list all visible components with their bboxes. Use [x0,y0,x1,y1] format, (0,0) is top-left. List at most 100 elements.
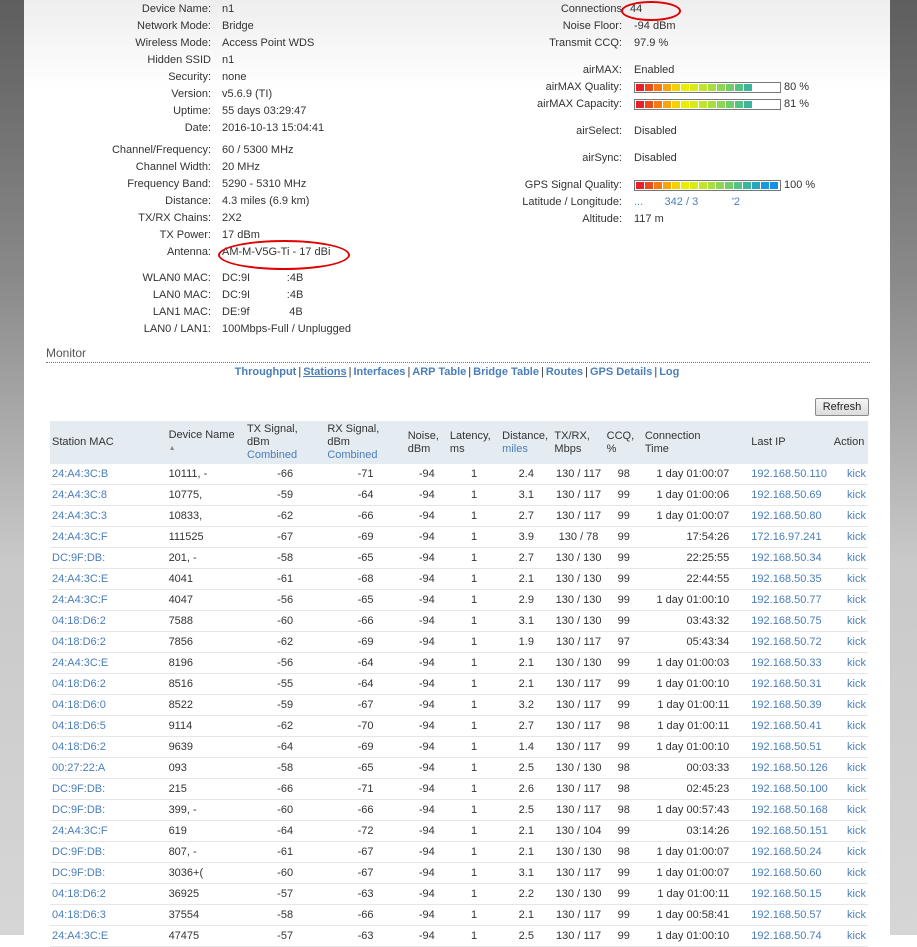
lat-long-link[interactable]: ... 342 / 3 '2 [634,194,740,211]
tab-throughput[interactable]: Throughput [235,366,297,378]
kick-link[interactable]: kick [831,505,868,527]
last-ip-link[interactable]: 192.168.50.39 [737,694,832,716]
col-last-ip[interactable]: Last IP [737,421,832,464]
tab-bridge-table[interactable]: Bridge Table [473,366,539,378]
station-mac-link[interactable]: 24:A4:3C:E [50,925,167,947]
station-mac-link[interactable]: 04:18:D6:2 [50,610,167,632]
distance-miles-link[interactable]: miles [502,443,528,455]
last-ip-link[interactable]: 192.168.50.126 [737,757,832,779]
station-mac-link[interactable]: DC:9F:DB: [50,778,167,800]
kick-link[interactable]: kick [831,547,868,569]
kick-link[interactable]: kick [831,715,868,737]
station-mac-link[interactable]: 24:A4:3C:8 [50,484,167,506]
col-station-mac[interactable]: Station MAC [50,421,167,464]
last-ip-link[interactable]: 192.168.50.168 [737,799,832,821]
col-distance[interactable]: Distance, miles [500,421,553,464]
station-mac-link[interactable]: 04:18:D6:0 [50,694,167,716]
kick-link[interactable]: kick [831,526,868,548]
station-mac-link[interactable]: 24:A4:3C:F [50,526,167,548]
kick-link[interactable]: kick [831,820,868,842]
kick-link[interactable]: kick [831,778,868,800]
col-ccq[interactable]: CCQ,% [604,421,643,464]
last-ip-link[interactable]: 192.168.50.74 [737,925,832,947]
station-mac-link[interactable]: 04:18:D6:2 [50,673,167,695]
last-ip-link[interactable]: 192.168.50.35 [737,568,832,590]
kick-link[interactable]: kick [831,589,868,611]
kick-link[interactable]: kick [831,673,868,695]
last-ip-link[interactable]: 192.168.50.57 [737,904,832,926]
rx-combined-link[interactable]: Combined [327,449,377,461]
last-ip-link[interactable]: 192.168.50.33 [737,652,832,674]
station-mac-link[interactable]: 24:A4:3C:E [50,568,167,590]
tx-combined-link[interactable]: Combined [247,449,297,461]
kick-link[interactable]: kick [831,925,868,947]
col-rx-signal[interactable]: RX Signal, dBm Combined [325,421,406,464]
station-mac-link[interactable]: 04:18:D6:5 [50,715,167,737]
connections-label: Connections [560,3,622,15]
tab-gps-details[interactable]: GPS Details [590,366,652,378]
last-ip-link[interactable]: 192.168.50.110 [737,464,832,485]
connection-time-cell: 1 day 01:00:07 [642,841,738,863]
tab-arp-table[interactable]: ARP Table [412,366,466,378]
last-ip-link[interactable]: 192.168.50.41 [737,715,832,737]
station-mac-link[interactable]: 24:A4:3C:3 [50,505,167,527]
kick-link[interactable]: kick [831,883,868,905]
col-connection-time[interactable]: Connection Time [642,421,738,464]
station-mac-link[interactable]: 04:18:D6:2 [50,736,167,758]
station-mac-link[interactable]: 04:18:D6:2 [50,883,167,905]
col-txrx-rate[interactable]: TX/RX, Mbps [552,421,605,464]
last-ip-link[interactable]: 192.168.50.31 [737,673,832,695]
kick-link[interactable]: kick [831,631,868,653]
last-ip-link[interactable]: 192.168.50.69 [737,484,832,506]
last-ip-link[interactable]: 192.168.50.100 [737,778,832,800]
last-ip-link[interactable]: 192.168.50.24 [737,841,832,863]
kick-link[interactable]: kick [831,610,868,632]
last-ip-link[interactable]: 192.168.50.77 [737,589,832,611]
kick-link[interactable]: kick [831,862,868,884]
kick-link[interactable]: kick [831,484,868,506]
transmit-ccq-value: 97.9 % [634,37,669,49]
kick-link[interactable]: kick [831,757,868,779]
bar-segment [645,101,653,108]
airmax-quality-label: airMAX Quality: [545,81,622,93]
last-ip-link[interactable]: 192.168.50.51 [737,736,832,758]
last-ip-link[interactable]: 192.168.50.15 [737,883,832,905]
station-mac-link[interactable]: DC:9F:DB: [50,862,167,884]
kick-link[interactable]: kick [831,652,868,674]
last-ip-link[interactable]: 172.16.97.241 [737,526,832,548]
station-mac-link[interactable]: DC:9F:DB: [50,841,167,863]
connection-time-cell: 22:25:55 [642,547,738,569]
col-latency[interactable]: Latency, ms [447,421,501,464]
station-mac-link[interactable]: 00:27:22:A [50,757,167,779]
last-ip-link[interactable]: 192.168.50.75 [737,610,832,632]
station-mac-link[interactable]: 04:18:D6:2 [50,631,167,653]
kick-link[interactable]: kick [831,841,868,863]
station-mac-link[interactable]: DC:9F:DB: [50,799,167,821]
last-ip-link[interactable]: 192.168.50.72 [737,631,832,653]
station-mac-link[interactable]: 24:A4:3C:F [50,589,167,611]
station-mac-link[interactable]: 24:A4:3C:E [50,652,167,674]
kick-link[interactable]: kick [831,799,868,821]
tab-interfaces[interactable]: Interfaces [353,366,405,378]
kick-link[interactable]: kick [831,736,868,758]
tab-log[interactable]: Log [659,366,679,378]
refresh-button[interactable]: Refresh [815,398,869,416]
kick-link[interactable]: kick [831,694,868,716]
last-ip-link[interactable]: 192.168.50.60 [737,862,832,884]
device-info-value: Bridge [222,20,254,32]
col-device-name[interactable]: Device Name ▲ [166,421,245,464]
station-mac-link[interactable]: 24:A4:3C:F [50,820,167,842]
kick-link[interactable]: kick [831,904,868,926]
tab-stations[interactable]: Stations [303,366,346,378]
last-ip-link[interactable]: 192.168.50.80 [737,505,832,527]
col-tx-signal[interactable]: TX Signal, dBm Combined [244,421,326,464]
col-noise[interactable]: Noise, dBm [405,421,448,464]
station-mac-link[interactable]: DC:9F:DB: [50,547,167,569]
kick-link[interactable]: kick [831,464,868,485]
kick-link[interactable]: kick [831,568,868,590]
tab-routes[interactable]: Routes [546,366,583,378]
station-mac-link[interactable]: 04:18:D6:3 [50,904,167,926]
station-mac-link[interactable]: 24:A4:3C:B [50,464,167,485]
last-ip-link[interactable]: 192.168.50.34 [737,547,832,569]
last-ip-link[interactable]: 192.168.50.151 [737,820,832,842]
